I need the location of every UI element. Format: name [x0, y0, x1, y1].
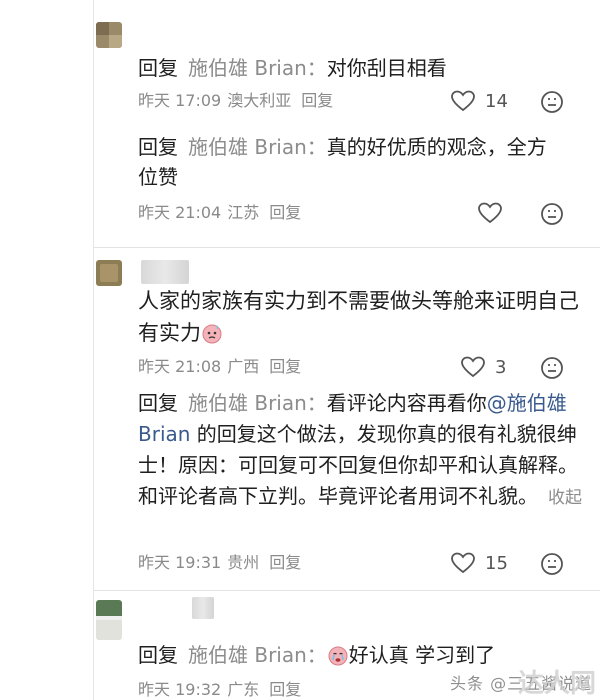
reply-content: 的回复这个做法，发现你真的很有礼貌很绅士！原因：可回复可不回复但你却平和认真解释… [138, 422, 578, 508]
avatar[interactable] [96, 600, 122, 640]
site-watermark: 达人网 [517, 669, 596, 699]
divider [93, 247, 600, 248]
heart-icon [451, 90, 475, 112]
reply-target-author[interactable]: 施伯雄 Brian [188, 643, 307, 667]
heart-icon [451, 552, 475, 574]
reply-button[interactable]: 回复 [301, 91, 333, 110]
avatar[interactable] [96, 260, 122, 286]
divider [93, 590, 600, 591]
reply-button[interactable]: 回复 [269, 357, 301, 376]
like-button[interactable]: 15 [451, 552, 508, 574]
like-button[interactable]: 14 [451, 90, 508, 112]
face-icon [541, 91, 563, 113]
reply-target-author[interactable]: 施伯雄 Brian [188, 56, 307, 80]
thread-line [93, 0, 94, 700]
reply-target-author[interactable]: 施伯雄 Brian [188, 391, 307, 415]
reply-button[interactable]: 回复 [269, 203, 301, 222]
reply-target-author[interactable]: 施伯雄 Brian [188, 135, 307, 159]
reply-content: 看评论内容再看你 [326, 391, 487, 415]
comment-time: 昨天 21:04 [138, 203, 222, 222]
reply-text: 回复 施伯雄 Brian：对你刮目相看 [138, 56, 447, 80]
face-icon [541, 553, 563, 575]
reply-text: 回复 施伯雄 Brian：真的好优质的观念，全方位赞 [138, 135, 547, 189]
comment-location: 广东 [227, 680, 260, 699]
emoji-reaction-button[interactable] [540, 356, 564, 380]
comment-time: 昨天 19:31 [138, 553, 222, 572]
comment-location: 澳大利亚 [227, 91, 292, 110]
comment-meta: 昨天 17:09 澳大利亚 回复 [138, 91, 339, 111]
comment-time: 昨天 17:09 [138, 91, 222, 110]
comment-location: 江苏 [227, 203, 260, 222]
commenter-name-blurred [192, 597, 214, 619]
avatar[interactable] [96, 22, 122, 48]
comment-time: 昨天 19:32 [138, 680, 222, 699]
collapse-button[interactable]: 收起 [548, 488, 582, 508]
reply-text: 回复 施伯雄 Brian：看评论内容再看你@施伯雄 Brian 的回复这个做法，发… [138, 391, 582, 508]
heart-icon [478, 202, 502, 224]
reply-content: 好认真 学习到了 [348, 643, 496, 667]
face-icon [541, 203, 563, 225]
reply-button[interactable]: 回复 [269, 680, 301, 699]
comment-time: 昨天 21:08 [138, 357, 222, 376]
emoji-reaction-button[interactable] [540, 202, 564, 226]
comment-meta: 昨天 19:32 广东 回复 [138, 680, 307, 700]
comment-location: 贵州 [227, 553, 260, 572]
like-button[interactable]: 3 [461, 356, 506, 378]
reply-keyword: 回复 [138, 56, 178, 80]
heart-icon [461, 356, 485, 378]
reply-button[interactable]: 回复 [269, 553, 301, 572]
emoji-reaction-button[interactable] [540, 552, 564, 576]
like-count: 3 [495, 356, 507, 378]
crying-face-icon [328, 646, 348, 666]
face-icon [541, 357, 563, 379]
like-button[interactable] [478, 202, 502, 224]
comment-meta: 昨天 21:04 江苏 回复 [138, 203, 307, 223]
commenter-name-blurred [141, 260, 189, 284]
comment-text: 人家的家族有实力到不需要做头等舱来证明自己有实力 [138, 285, 580, 349]
sweat-face-icon [202, 324, 222, 344]
emoji-reaction-button[interactable] [540, 90, 564, 114]
comment-meta: 昨天 19:31 贵州 回复 [138, 553, 307, 573]
reply-content: 对你刮目相看 [326, 56, 447, 80]
comment-meta: 昨天 21:08 广西 回复 [138, 357, 307, 377]
reply-keyword: 回复 [138, 135, 178, 159]
reply-keyword: 回复 [138, 643, 178, 667]
reply-keyword: 回复 [138, 391, 178, 415]
like-count: 15 [485, 552, 508, 574]
comment-location: 广西 [227, 357, 260, 376]
like-count: 14 [485, 90, 508, 112]
